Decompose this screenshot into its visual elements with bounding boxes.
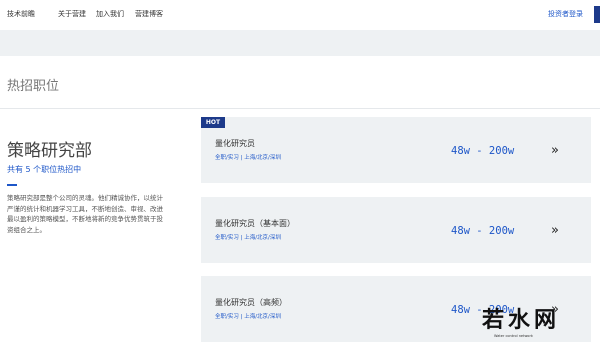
department-title: 策略研究部 bbox=[7, 141, 92, 161]
hero-band bbox=[0, 30, 600, 56]
hot-badge: HOT bbox=[201, 117, 225, 128]
watermark-text: 若水网 bbox=[482, 307, 561, 333]
job-meta: 全职/实习 | 上海/北京/深圳 bbox=[215, 314, 281, 320]
watermark-subtext: Water control network bbox=[494, 334, 533, 338]
nav-item-tech[interactable]: 技术前瞻 bbox=[7, 9, 35, 19]
job-card[interactable]: 量化研究员 全职/实习 | 上海/北京/深圳 48w - 200w » bbox=[201, 117, 591, 183]
job-card[interactable]: 量化研究员（基本面） 全职/实习 | 上海/北京/深圳 48w - 200w » bbox=[201, 197, 591, 263]
department-subtitle: 共有 5 个职位热招中 bbox=[7, 165, 82, 174]
section-title: 热招职位 bbox=[7, 79, 60, 94]
job-title: 量化研究员（基本面） bbox=[215, 219, 295, 228]
department-underline bbox=[7, 184, 17, 186]
nav-item-blog[interactable]: 营建博客 bbox=[135, 9, 163, 19]
job-salary: 48w - 200w bbox=[451, 145, 515, 157]
nav-item-about[interactable]: 关于营建 bbox=[58, 9, 86, 19]
department-description: 策略研究部是整个公司的灵魂。他们精诚协作，以统计严谨的统计和机器学习工具，不断地… bbox=[7, 194, 163, 234]
section-divider bbox=[0, 108, 600, 109]
job-title: 量化研究员（高频） bbox=[215, 298, 287, 307]
double-chevron-right-icon[interactable]: » bbox=[551, 223, 559, 238]
nav-item-join[interactable]: 加入我们 bbox=[96, 9, 124, 19]
job-title: 量化研究员 bbox=[215, 139, 255, 148]
job-salary: 48w - 200w bbox=[451, 225, 515, 237]
watermark-logo: 若水网 Water control network bbox=[476, 300, 600, 343]
investor-login-link[interactable]: 投资者登录 bbox=[548, 9, 583, 19]
top-nav: 技术前瞻 关于营建 加入我们 营建博客 投资者登录 bbox=[0, 0, 600, 30]
job-meta: 全职/实习 | 上海/北京/深圳 bbox=[215, 155, 281, 161]
double-chevron-right-icon[interactable]: » bbox=[551, 143, 559, 158]
nav-edge-button[interactable] bbox=[594, 6, 600, 23]
job-meta: 全职/实习 | 上海/北京/深圳 bbox=[215, 235, 281, 241]
